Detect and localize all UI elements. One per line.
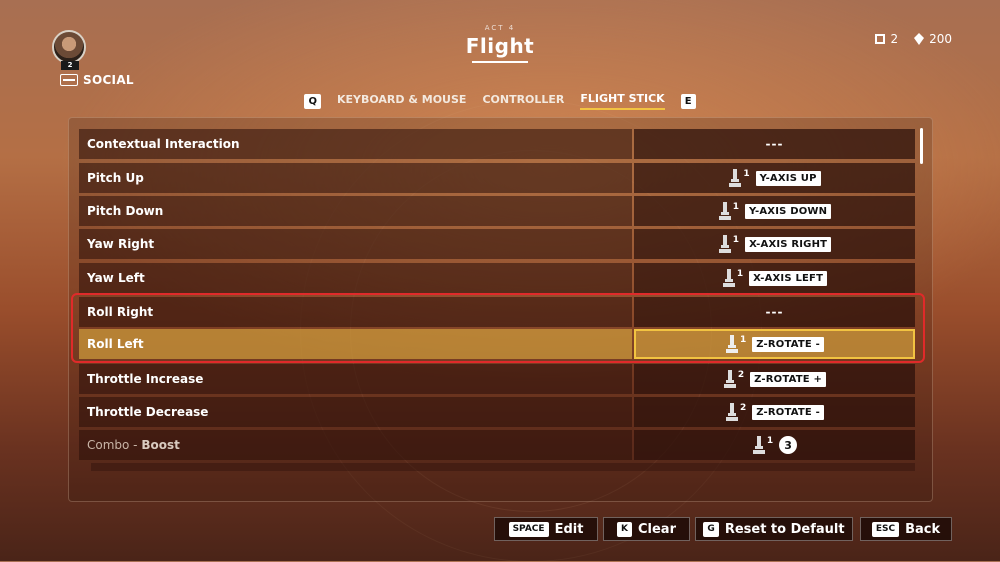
page-header: ACT 4 Flight: [0, 24, 1000, 63]
clear-button[interactable]: K Clear: [603, 517, 690, 541]
social-button[interactable]: SOCIAL: [60, 73, 134, 87]
reset-key: G: [703, 521, 719, 537]
action-label: Throttle Decrease: [79, 397, 632, 427]
unbound-value: ---: [765, 137, 784, 151]
input-device-tabs: Q KEYBOARD & MOUSE CONTROLLER FLIGHT STI…: [0, 92, 1000, 110]
tab-flight-stick[interactable]: FLIGHT STICK: [580, 92, 665, 110]
edit-button[interactable]: SPACE Edit: [494, 517, 598, 541]
action-label: Pitch Down: [79, 196, 632, 226]
binding-row-throttle-increase[interactable]: Throttle Increase 2 Z-ROTATE +: [79, 364, 915, 394]
device-number: 2: [740, 403, 747, 413]
binding-key: X-AXIS RIGHT: [745, 236, 832, 252]
binding-row-pitch-down[interactable]: Pitch Down 1 Y-AXIS DOWN: [79, 196, 915, 226]
prev-tab-key[interactable]: Q: [304, 93, 321, 109]
squad-icon: [875, 34, 886, 44]
binding-key: X-AXIS LEFT: [749, 270, 828, 286]
binding-cell[interactable]: 1 Y-AXIS UP: [634, 163, 915, 193]
flight-stick-icon: 2: [723, 370, 744, 388]
binding-cell[interactable]: 1 Y-AXIS DOWN: [634, 196, 915, 226]
combo-action: Boost: [141, 438, 180, 452]
action-label: Pitch Up: [79, 163, 632, 193]
highlight-outline: [71, 293, 925, 363]
flight-stick-icon: 1: [728, 169, 750, 187]
currency-squad-value: 2: [890, 32, 899, 46]
clear-label: Clear: [637, 521, 676, 537]
binding-cell[interactable]: 1 3: [634, 430, 915, 460]
action-label: Throttle Increase: [79, 364, 632, 394]
flight-stick-icon: 1: [722, 269, 743, 287]
tab-keyboard-mouse[interactable]: KEYBOARD & MOUSE: [337, 93, 466, 109]
flight-stick-icon: 1: [752, 436, 773, 454]
social-icon: [60, 74, 78, 86]
flight-stick-icon: 1: [718, 202, 739, 220]
clear-key: K: [617, 521, 632, 537]
edit-label: Edit: [554, 521, 584, 537]
tab-controller[interactable]: CONTROLLER: [482, 93, 564, 109]
combo-prefix: Combo -: [87, 438, 142, 452]
binding-row-combo-boost[interactable]: Combo - Boost 1 3: [79, 430, 915, 460]
binding-row-throttle-decrease[interactable]: Throttle Decrease 2 Z-ROTATE -: [79, 397, 915, 427]
binding-key: Z-ROTATE -: [752, 404, 824, 420]
title-underline: [472, 61, 528, 63]
next-tab-key[interactable]: E: [680, 93, 696, 109]
binding-cell[interactable]: 1 X-AXIS RIGHT: [634, 229, 915, 259]
gem-icon: [914, 33, 925, 45]
back-button[interactable]: ESC Back: [860, 517, 952, 541]
flight-stick-icon: 1: [718, 235, 739, 253]
binding-row-partial: [91, 463, 915, 471]
social-label: SOCIAL: [83, 73, 134, 87]
binding-row-contextual-interaction[interactable]: Contextual Interaction ---: [79, 129, 915, 159]
device-number: 1: [732, 202, 740, 212]
binding-key: Z-ROTATE +: [750, 371, 827, 387]
binding-row-yaw-left[interactable]: Yaw Left 1 X-AXIS LEFT: [79, 263, 915, 293]
action-label: Yaw Left: [79, 263, 632, 293]
button-number-badge: 3: [779, 436, 798, 454]
action-label: Combo - Boost: [79, 430, 632, 460]
binding-key: Y-AXIS DOWN: [745, 203, 832, 219]
device-number: 1: [732, 235, 740, 245]
edit-key: SPACE: [508, 521, 549, 537]
currency-gem-value: 200: [929, 32, 952, 46]
page-subtitle: ACT 4: [484, 24, 516, 32]
action-label: Contextual Interaction: [79, 129, 632, 159]
device-number: 1: [766, 436, 774, 446]
binding-row-pitch-up[interactable]: Pitch Up 1 Y-AXIS UP: [79, 163, 915, 193]
binding-cell[interactable]: 1 X-AXIS LEFT: [634, 263, 915, 293]
action-label: Yaw Right: [79, 229, 632, 259]
currency-display: 2 200: [875, 32, 952, 46]
binding-cell[interactable]: 2 Z-ROTATE +: [634, 364, 915, 394]
scrollbar-thumb[interactable]: [920, 128, 923, 164]
reset-to-default-button[interactable]: G Reset to Default: [695, 517, 853, 541]
device-number: 2: [737, 370, 745, 380]
flight-stick-icon: 2: [725, 403, 746, 421]
back-label: Back: [905, 521, 941, 537]
back-key: ESC: [871, 521, 900, 537]
binding-cell[interactable]: 2 Z-ROTATE -: [634, 397, 915, 427]
binding-row-yaw-right[interactable]: Yaw Right 1 X-AXIS RIGHT: [79, 229, 915, 259]
device-number: 1: [736, 269, 744, 279]
page-title: Flight: [465, 34, 535, 58]
binding-cell[interactable]: ---: [634, 129, 915, 159]
binding-key: Y-AXIS UP: [755, 170, 821, 186]
reset-label: Reset to Default: [724, 521, 845, 537]
device-number: 1: [743, 169, 750, 179]
